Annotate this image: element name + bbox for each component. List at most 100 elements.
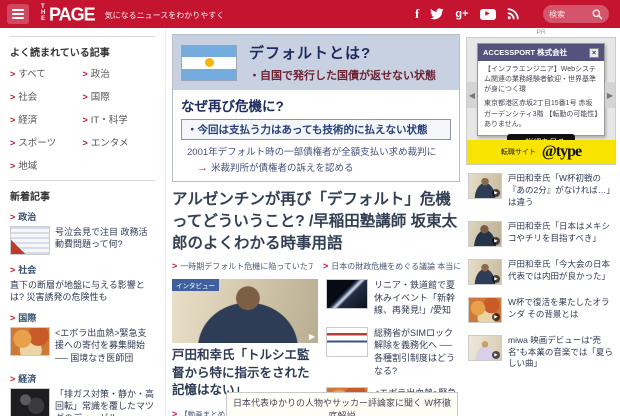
category-link-region[interactable]: > 地域	[10, 158, 83, 172]
list-item[interactable]: 総務省がSIMロック解除を義務化へ ── 各種割引制度はどうなる?	[326, 326, 460, 377]
article-link: リニア・鉄道館で夏休みイベント「新幹線、再発見!」/愛知	[374, 280, 456, 316]
list-item[interactable]: リニア・鉄道館で夏休みイベント「新幹線、再発見!」/愛知	[326, 279, 460, 317]
category-nav: > すべて > 政治 > 社会 > 国際 > 経済 > IT・科学 > スポーツ > エンタメ …	[10, 66, 155, 172]
article-link: W杯で復活を果たしたオランダ その背景とは	[508, 296, 610, 319]
googleplus-icon[interactable]: g+	[455, 8, 468, 20]
main-headline-link[interactable]: アルゼンチンが再び「デフォルト」危機ってどういうこと? /早稲田塾講師 坂東太郎…	[172, 189, 460, 255]
chevron-icon: >	[10, 161, 16, 171]
menu-button[interactable]	[7, 4, 29, 24]
related-links: >一時期デフォルト危機に陥っていたアメリカの… >日本の財政危機をめぐる議論 本…	[172, 261, 460, 272]
category-link-entertainment[interactable]: > エンタメ	[83, 135, 156, 149]
wcup-banner-link[interactable]: 日本代表ゆかりの人物やサッカー評論家に聞く W杯徹底解説	[226, 392, 458, 416]
category-link-society[interactable]: > 社会	[10, 89, 83, 103]
thumbnail-image: ▶	[468, 220, 502, 247]
ad-popup[interactable]: ACCESSPORT 株式会社 × 【インフラエンジニア】Webシステム関連の業…	[477, 43, 605, 151]
site-tagline: 気になるニュースをわかりやすく	[104, 10, 225, 20]
category-link-it-science[interactable]: > IT・科学	[83, 112, 156, 126]
article-link: miwa 映画デビューは“売名”も本業の音楽では「夏らしい曲」	[508, 334, 613, 369]
chevron-icon: >	[10, 212, 16, 222]
related-link[interactable]: >一時期デフォルト危機に陥っていたアメリカの…	[172, 261, 313, 272]
article-link: 総務省がSIMロック解除を義務化へ ── 各種割引制度はどうなる?	[374, 327, 456, 376]
category-link-sports[interactable]: > スポーツ	[10, 135, 83, 149]
thumbnail-image: ▶	[468, 334, 502, 361]
new-articles-title: 新着記事	[10, 192, 50, 203]
close-icon[interactable]: ×	[589, 47, 599, 58]
article-link[interactable]: 「排ガス対策・静か・高回転」常識を覆したマツダのディーゼル	[55, 388, 155, 416]
carousel-next-button[interactable]: ▶	[605, 82, 615, 108]
play-icon: ▶	[492, 350, 500, 359]
chevron-icon: >	[10, 373, 16, 384]
twitter-icon[interactable]	[430, 8, 444, 20]
chevron-icon: >	[82, 115, 88, 125]
ad-title: ACCESSPORT 株式会社	[483, 48, 568, 57]
featured-infographic[interactable]: デフォルトとは? ・自国で発行した国債が返せない状態 なぜ再び危機に? ・今回は…	[172, 34, 460, 182]
article-link[interactable]: 直下の断層が地盤に与える影響とは? 災害誘発の危険性も	[10, 279, 155, 303]
search-input[interactable]	[549, 9, 592, 19]
popular-articles-title: よく読まれている記事	[10, 48, 110, 59]
header: THE PAGE 気になるニュースをわかりやすく f g+ ▶	[0, 0, 620, 28]
infographic-line: 2001年デフォルト時の一部債権者が全額支払い求め裁判に	[187, 147, 437, 158]
carousel-prev-button[interactable]: ◀	[467, 82, 477, 108]
list-item[interactable]: ▶ 戸田和幸氏「今大会の日本代表では内田が良かった」	[468, 258, 618, 285]
thumbnail-image	[326, 326, 368, 357]
infographic-question: なぜ再び危機に?	[181, 99, 284, 114]
thumbnail-image	[10, 327, 50, 357]
category-link-economy[interactable]: > 経済	[10, 112, 83, 126]
page: THE PAGE 気になるニュースをわかりやすく f g+ ▶ よく読まれている…	[0, 0, 620, 416]
logo-the: THE	[41, 4, 46, 22]
right-sidebar: PR ◀ ▶ ACCESSPORT 株式会社 × 【インフラエンジニア】Webシ…	[462, 28, 620, 416]
ad-carousel: ◀ ▶ ACCESSPORT 株式会社 × 【インフラエンジニア】Webシステム…	[466, 37, 616, 165]
atype-logo: @type	[541, 143, 582, 160]
chevron-icon: >	[10, 115, 16, 125]
feature-photo[interactable]: インタビュー ▶	[172, 279, 318, 343]
chevron-icon: >	[10, 69, 16, 79]
list-item[interactable]: ▶ 戸田和幸氏「日本はメキシコやチリを目指すべき」	[468, 220, 618, 247]
list-item[interactable]: ▶ 戸田和幸氏「W杯初戦の『あの2分』がなければ…」は違う	[468, 173, 618, 209]
rss-icon[interactable]	[507, 8, 519, 20]
category-link-international[interactable]: > 国際	[83, 89, 156, 103]
thumbnail-image: ▶	[468, 296, 502, 323]
category-link[interactable]: > 経済	[10, 372, 155, 385]
site-logo[interactable]: THE PAGE	[41, 2, 96, 25]
related-link[interactable]: >日本の財政危機をめぐる議論 本当に危機的な…	[323, 261, 460, 272]
logo-page: PAGE	[49, 2, 96, 24]
category-link[interactable]: > 社会	[10, 263, 155, 276]
category-link[interactable]: > 政治	[10, 210, 155, 223]
play-icon: ▶	[308, 332, 315, 341]
chevron-icon: >	[10, 92, 16, 102]
chevron-icon: >	[10, 313, 16, 324]
category-link-all[interactable]: > すべて	[10, 66, 83, 80]
category-link[interactable]: > 国際	[10, 311, 155, 324]
chevron-icon: >	[172, 261, 178, 271]
list-item[interactable]: ▶ W杯で復活を果たしたオランダ その背景とは	[468, 296, 618, 323]
list-item: > 政治 号泣会見で注目 政務活動費問題って何?	[10, 210, 155, 255]
thumbnail-image	[10, 387, 50, 416]
article-link[interactable]: <エボラ出血熱>緊急支援への寄付を募集開始 ── 国境なき医師団	[55, 327, 155, 363]
video-badge: インタビュー	[172, 279, 219, 291]
youtube-icon[interactable]: ▶	[479, 8, 496, 20]
article-link: 戸田和幸氏「日本はメキシコやチリを目指すべき」	[508, 220, 611, 243]
article-link: 戸田和幸氏「今大会の日本代表では内田が良かった」	[508, 258, 611, 281]
play-icon: ▶	[492, 274, 500, 283]
atype-banner-label: 転職サイト	[500, 149, 536, 156]
article-link: 戸田和幸氏「W杯初戦の『あの2分』がなければ…」は違う	[508, 173, 615, 207]
thumbnail-image: ▶	[468, 258, 502, 285]
category-link-politics[interactable]: > 政治	[83, 66, 156, 80]
chevron-icon: >	[322, 261, 329, 271]
list-item[interactable]: ▶ miwa 映画デビューは“売名”も本業の音楽では「夏らしい曲」	[468, 334, 618, 371]
search-icon	[592, 9, 603, 19]
pr-label: PR	[536, 29, 546, 36]
video-article-list: ▶ 戸田和幸氏「W杯初戦の『あの2分』がなければ…」は違う ▶ 戸田和幸氏「日本…	[462, 173, 620, 370]
argentina-flag-image	[181, 44, 237, 81]
infographic-title: デフォルトとは?	[249, 45, 372, 62]
left-sidebar: よく読まれている記事 > すべて > 政治 > 社会 > 国際 > 経済 > IT・科学 >…	[0, 28, 166, 416]
facebook-icon[interactable]: f	[415, 6, 419, 22]
infographic-line: → 米裁判所が債権者の訴えを認める	[197, 162, 354, 174]
atype-banner-link[interactable]: 転職サイト @type	[467, 140, 615, 164]
list-item: > 国際 <エボラ出血熱>緊急支援への寄付を募集開始 ── 国境なき医師団	[10, 311, 155, 363]
play-icon: ▶	[492, 236, 500, 245]
main-content: デフォルトとは? ・自国で発行した国債が返せない状態 なぜ再び危機に? ・今回は…	[172, 34, 460, 416]
ad-body-text: 【インフラエンジニア】Webシステム関連の業務経験者歓迎・世界基準が身につく環	[484, 66, 597, 94]
article-link[interactable]: 号泣会見で注目 政務活動費問題って何?	[55, 226, 155, 255]
chevron-icon: >	[10, 138, 16, 148]
